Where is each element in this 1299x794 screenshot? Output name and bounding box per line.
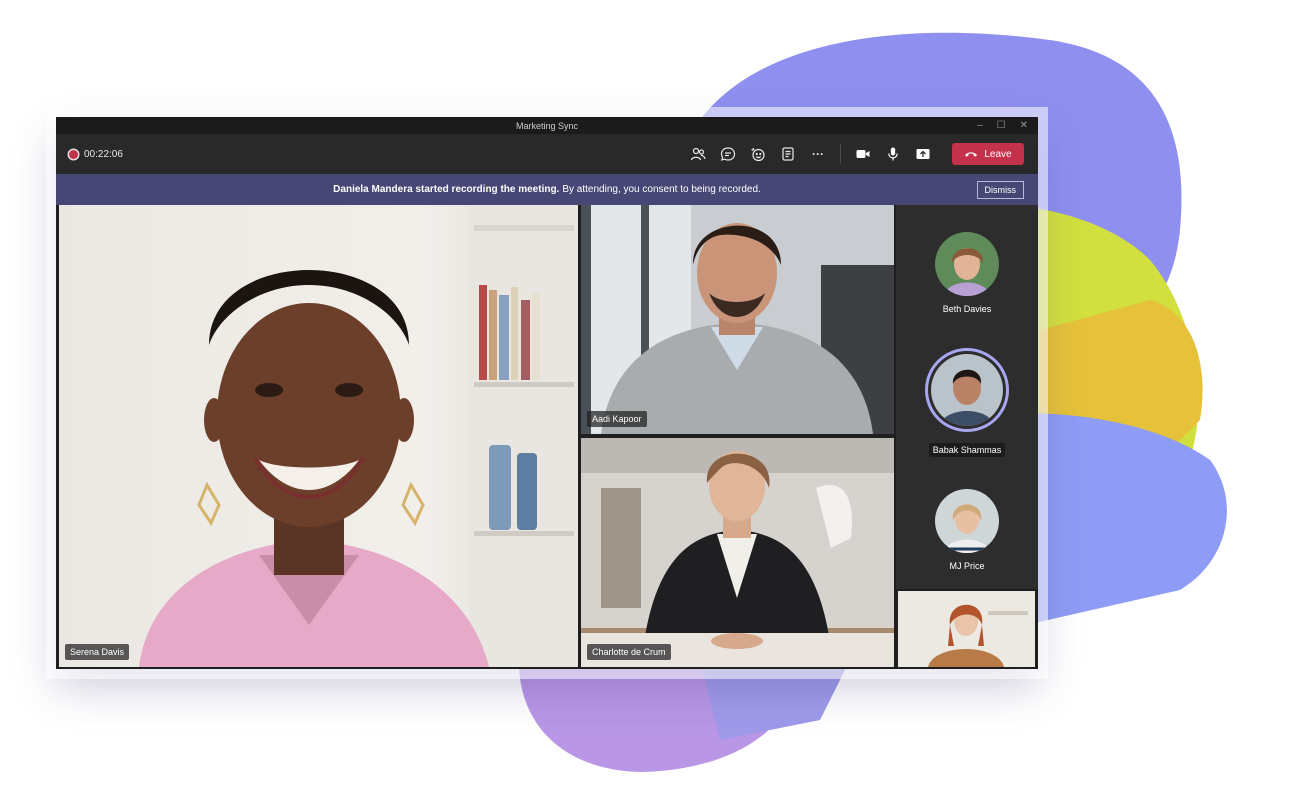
maximize-icon[interactable]: ☐	[997, 120, 1006, 131]
speaking-nameplate: Babak Shammas	[928, 443, 1006, 457]
participant-video	[59, 205, 578, 667]
toolbar-divider	[840, 144, 841, 164]
share-icon	[916, 149, 930, 159]
dismiss-button[interactable]: Dismiss	[976, 181, 1024, 199]
video-tile-top-right[interactable]: Aadi Kapoor	[581, 205, 894, 434]
notes-icon	[782, 147, 794, 161]
close-icon[interactable]: ✕	[1020, 120, 1028, 131]
video-tile-bottom-right[interactable]: Charlotte de Crum	[581, 438, 894, 667]
participant-video	[581, 438, 894, 667]
hang-up-icon	[965, 152, 978, 157]
people-button[interactable]	[685, 141, 711, 167]
nameplate-bottom-right: Charlotte de Crum	[587, 644, 671, 660]
minimize-icon[interactable]: –	[977, 120, 983, 131]
more-icon: ···	[812, 147, 824, 161]
microphone-button[interactable]	[880, 141, 906, 167]
leave-label: Leave	[984, 148, 1012, 160]
recording-icon	[69, 149, 78, 159]
participant-rail: Beth Davies Babak Shammas MJ Price	[896, 205, 1038, 589]
rail-name: Babak Shammas	[896, 443, 1038, 457]
rail-name: MJ Price	[949, 561, 985, 571]
nameplate-main: Serena Davis	[65, 644, 130, 660]
participant-video	[581, 205, 894, 434]
mic-icon	[888, 147, 898, 161]
recording-banner: Daniela Mandera started recording the me…	[56, 174, 1038, 205]
video-stage: Serena Davis Aadi Kapoor Charlotte de Cr…	[56, 205, 1038, 669]
toolbar-actions: ··· Leave	[683, 134, 1024, 174]
chat-icon	[720, 147, 736, 161]
title-bar: Marketing Sync – ☐ ✕	[56, 117, 1038, 134]
chat-button[interactable]	[715, 141, 741, 167]
reactions-button[interactable]	[745, 141, 771, 167]
camera-icon	[856, 150, 870, 158]
video-tile-main[interactable]: Serena Davis	[59, 205, 578, 667]
leave-button[interactable]: Leave	[952, 143, 1024, 165]
participant-video	[898, 591, 1035, 667]
participant-photo	[931, 354, 1003, 426]
participant-photo	[935, 232, 999, 296]
camera-button[interactable]	[850, 141, 876, 167]
self-view-tile[interactable]	[898, 591, 1035, 667]
avatar[interactable]	[925, 348, 1009, 432]
window-title: Marketing Sync	[515, 120, 579, 131]
share-button[interactable]	[910, 141, 936, 167]
reactions-icon	[751, 147, 765, 162]
banner-bold-text: Daniela Mandera started recording the me…	[333, 184, 560, 195]
avatar[interactable]	[935, 489, 999, 553]
recording-timer: 00:22:06	[69, 149, 123, 160]
meeting-toolbar: 00:22:06 ··· Leave	[56, 134, 1038, 174]
avatar[interactable]	[935, 232, 999, 296]
timer-text: 00:22:06	[84, 148, 123, 160]
more-button[interactable]: ···	[805, 141, 831, 167]
banner-text: By attending, you consent to being recor…	[562, 184, 761, 195]
people-icon	[690, 147, 706, 161]
participant-photo	[935, 489, 999, 553]
window-controls: – ☐ ✕	[977, 117, 1028, 134]
notes-button[interactable]	[775, 141, 801, 167]
meeting-window: Marketing Sync – ☐ ✕ 00:22:06 ··· Leave …	[56, 117, 1038, 669]
nameplate-top-right: Aadi Kapoor	[587, 411, 647, 427]
rail-name: Beth Davies	[942, 304, 992, 314]
